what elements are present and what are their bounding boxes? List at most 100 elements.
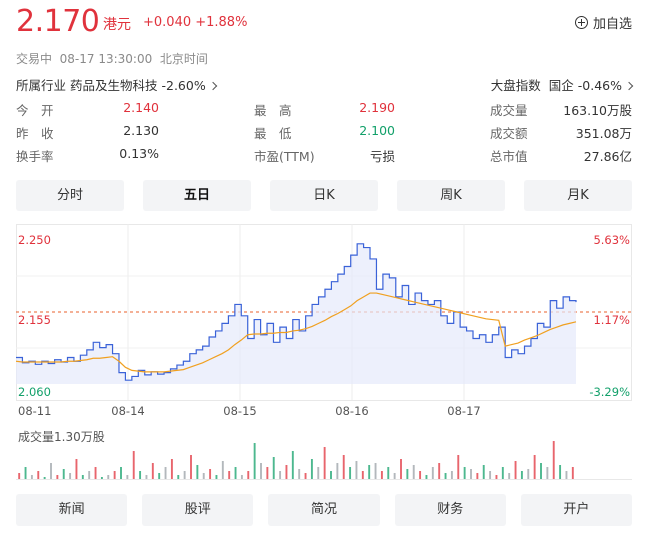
stats-row: 今 开 2.140 最 高 2.190 成交量 163.10万股 [16,100,632,123]
volume-bar [56,475,59,479]
volume-chart [16,441,632,480]
volume-bar [158,473,161,479]
stat-label: 总市值 [490,149,528,164]
volume-bar [177,475,180,479]
volume-bar [279,471,282,479]
volume-bar [107,475,110,479]
volume-bar [94,467,97,479]
volume-bar [393,473,396,479]
stat-label: 成交额 [490,126,528,141]
stat-label: 昨 收 [16,126,54,141]
volume-bar [291,451,294,479]
volume-bar [527,469,530,479]
volume-bar [374,463,377,479]
industry-name: 药品及生物科技 [70,78,158,93]
volume-bar [266,467,269,479]
volume-bar [75,459,78,479]
volume-bar [336,463,339,479]
date-tick-label: 08-15 [223,404,256,418]
volume-bar [260,463,262,479]
tab-3[interactable]: 周K [397,180,505,211]
volume-bar [412,465,415,479]
volume-bar [50,463,52,479]
volume-bar [419,471,422,479]
volume-bar [69,473,72,479]
time-zone: 北京时间 [159,52,208,66]
market-index-link[interactable]: 大盘指数 国企 -0.46% [491,75,634,94]
chevron-right-icon [624,81,634,91]
stats-row: 换手率 0.13% 市盈(TTM) 亏损 总市值 27.86亿 [16,146,632,169]
industry-change: -2.60% [161,78,206,93]
bottom-nav-button[interactable]: 简况 [268,494,380,526]
volume-bar [196,465,199,479]
chart-period-tabs: 分时 五日 日K 周K 月K [16,180,632,211]
trading-status: 交易中 08-17 13:30:00 北京时间 [16,50,208,67]
volume-bar [552,441,555,479]
volume-bar [298,469,301,479]
price-tick-label: 2.155 [18,313,51,327]
volume-bar [533,455,536,479]
volume-bar [323,447,326,479]
volume-bar [540,463,542,479]
tab-4[interactable]: 月K [524,180,632,211]
volume-bar [221,461,224,479]
market-index-name: 国企 [548,78,574,93]
volume-bar [88,471,91,479]
volume-bar [349,467,352,479]
bottom-nav-button[interactable]: 开户 [520,494,633,526]
current-price: 2.170 [16,4,100,39]
volume-bar [501,467,504,479]
stat-label: 换手率 [16,149,54,164]
add-to-watchlist-button[interactable]: 加自选 [574,13,632,32]
volume-bar [145,475,148,479]
bottom-nav-button[interactable]: 股评 [142,494,254,526]
stat-value: 2.190 [359,100,395,115]
stat-value: 亏损 [369,149,395,164]
volume-bar [24,467,27,479]
stat-value: 2.140 [123,100,159,115]
stat-label: 市盈(TTM) [254,149,315,164]
volume-bar [387,467,390,479]
market-index-change: -0.46% [577,78,622,93]
volume-bar [571,467,574,479]
volume-bar [253,443,256,479]
stat-label: 今 开 [16,103,54,118]
volume-bar [132,451,135,479]
bottom-nav: 新闻 股评 简况 财务 开户 [16,494,633,526]
volume-bar [520,471,523,479]
volume-bar [202,473,205,479]
bottom-nav-button[interactable]: 新闻 [16,494,128,526]
tab-1[interactable]: 五日 [143,180,251,211]
volume-bar [126,475,129,479]
volume-bar [139,471,142,479]
volume-bar [330,471,332,479]
volume-bar [37,471,40,479]
percent-tick-label: -3.29% [589,385,630,399]
volume-bar [240,475,243,479]
volume-bar [368,465,371,479]
volume-bar [438,463,441,479]
tab-2[interactable]: 日K [270,180,378,211]
volume-bar [400,459,402,479]
volume-bar [247,471,250,479]
price-area-fill [16,243,576,384]
industry-label: 所属行业 [16,78,67,93]
volume-bar [444,473,447,479]
percent-tick-label: 1.17% [593,313,630,327]
percent-tick-label: 5.63% [593,233,630,247]
volume-bar [342,455,345,479]
date-tick-label: 08-11 [18,404,51,418]
chevron-right-icon [208,81,217,91]
volume-bar [495,475,498,479]
volume-bar [463,467,466,479]
volume-bar [81,475,84,479]
volume-bar [183,471,186,479]
tab-0[interactable]: 分时 [16,180,124,211]
volume-bar [62,469,65,479]
stat-value: 2.100 [359,123,395,138]
bottom-nav-button[interactable]: 财务 [394,494,506,526]
stat-value: 2.130 [123,123,159,138]
stat-label: 成交量 [490,103,528,118]
volume-bar [565,471,568,479]
industry-link[interactable]: 所属行业 药品及生物科技 -2.60% [16,75,217,94]
